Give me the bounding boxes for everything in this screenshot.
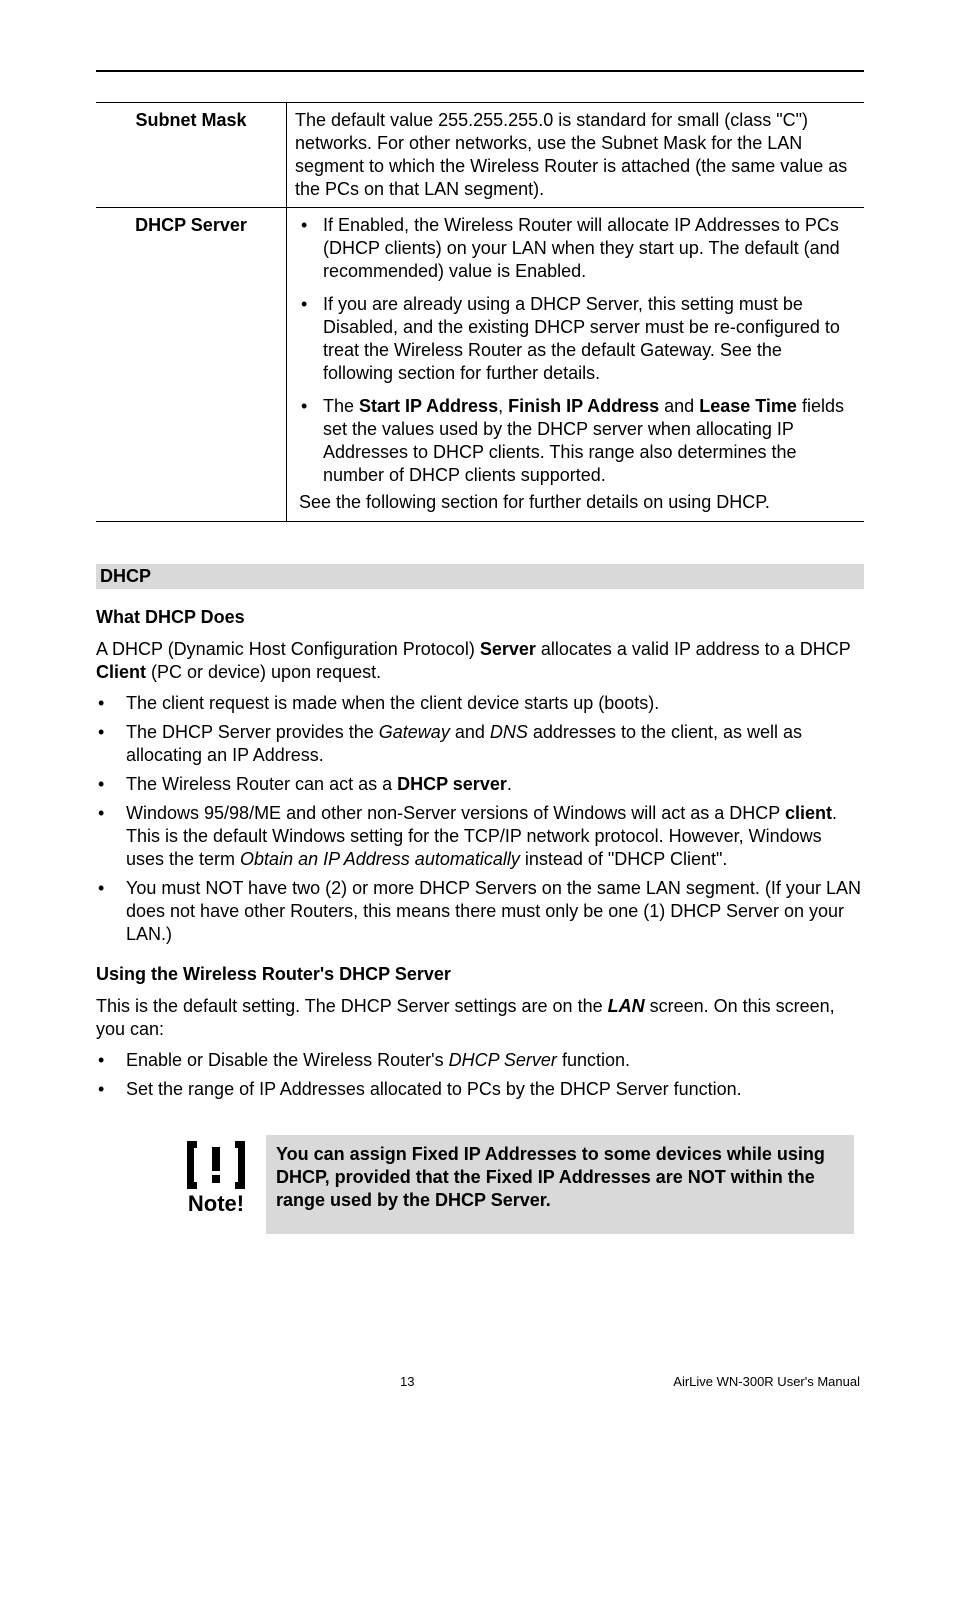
text: This is the default setting. The DHCP Se… [96, 996, 608, 1016]
list-item: Windows 95/98/ME and other non-Server ve… [96, 802, 864, 871]
list-item: The client request is made when the clie… [96, 692, 864, 715]
subheading-using-dhcp: Using the Wireless Router's DHCP Server [96, 964, 864, 985]
text: function. [557, 1050, 630, 1070]
dhcp-bullet-list: If Enabled, the Wireless Router will all… [295, 214, 856, 487]
bold-text: client [785, 803, 832, 823]
text: Enable or Disable the Wireless Router's [126, 1050, 449, 1070]
row-label-subnet: Subnet Mask [96, 103, 287, 208]
top-rule [96, 70, 864, 72]
bold-text: Lease Time [699, 396, 797, 416]
bold-text: Finish IP Address [508, 396, 659, 416]
table-row: DHCP Server If Enabled, the Wireless Rou… [96, 208, 864, 521]
table-row: Subnet Mask The default value 255.255.25… [96, 103, 864, 208]
section-heading-dhcp: DHCP [96, 564, 864, 589]
paragraph: This is the default setting. The DHCP Se… [96, 995, 864, 1041]
text: The [323, 396, 359, 416]
bold-text: Client [96, 662, 146, 682]
text: A DHCP (Dynamic Host Configuration Proto… [96, 639, 480, 659]
italic-text: DHCP Server [449, 1050, 557, 1070]
note-icon-column: Note! [166, 1135, 266, 1217]
list-item: You must NOT have two (2) or more DHCP S… [96, 877, 864, 946]
dhcp-tail-text: See the following section for further de… [295, 491, 856, 514]
text: and [450, 722, 490, 742]
italic-text: DNS [490, 722, 528, 742]
note-label: Note! [166, 1191, 266, 1217]
list-item: Set the range of IP Addresses allocated … [96, 1078, 864, 1101]
list-item: If Enabled, the Wireless Router will all… [295, 214, 856, 283]
italic-text: Gateway [379, 722, 450, 742]
row-label-dhcp: DHCP Server [96, 208, 287, 521]
bold-text: Server [480, 639, 536, 659]
list-item: The Wireless Router can act as a DHCP se… [96, 773, 864, 796]
list-item: The Start IP Address, Finish IP Address … [295, 395, 856, 487]
row-content-dhcp: If Enabled, the Wireless Router will all… [287, 208, 865, 521]
row-content-subnet: The default value 255.255.255.0 is stand… [287, 103, 865, 208]
paragraph: A DHCP (Dynamic Host Configuration Proto… [96, 638, 864, 684]
page-number: 13 [400, 1374, 414, 1389]
text: and [659, 396, 699, 416]
list-item: Enable or Disable the Wireless Router's … [96, 1049, 864, 1072]
text: allocates a valid IP address to a DHCP [536, 639, 851, 659]
what-dhcp-list: The client request is made when the clie… [96, 692, 864, 946]
subheading-what-dhcp: What DHCP Does [96, 607, 864, 628]
note-text: You can assign Fixed IP Addresses to som… [266, 1135, 854, 1234]
config-table: Subnet Mask The default value 255.255.25… [96, 102, 864, 522]
bold-text: DHCP server [397, 774, 507, 794]
text: The Wireless Router can act as a [126, 774, 397, 794]
text: The DHCP Server provides the [126, 722, 379, 742]
text: , [498, 396, 508, 416]
bold-italic-text: LAN [608, 996, 645, 1016]
text: Windows 95/98/ME and other non-Server ve… [126, 803, 785, 823]
text: instead of "DHCP Client". [520, 849, 728, 869]
note-block: Note! You can assign Fixed IP Addresses … [166, 1135, 854, 1234]
using-dhcp-list: Enable or Disable the Wireless Router's … [96, 1049, 864, 1101]
list-item: If you are already using a DHCP Server, … [295, 293, 856, 385]
manual-title: AirLive WN-300R User's Manual [673, 1374, 860, 1389]
alert-icon [187, 1141, 245, 1189]
list-item: The DHCP Server provides the Gateway and… [96, 721, 864, 767]
text: (PC or device) upon request. [146, 662, 381, 682]
bold-text: Start IP Address [359, 396, 498, 416]
italic-text: Obtain an IP Address automatically [240, 849, 520, 869]
text: . [507, 774, 512, 794]
page-footer: 13 AirLive WN-300R User's Manual [96, 1374, 864, 1389]
